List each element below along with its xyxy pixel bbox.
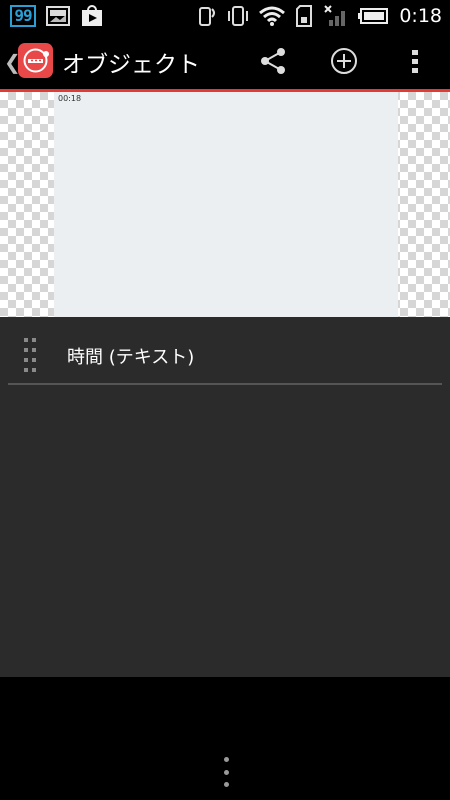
sd-card-icon xyxy=(296,5,313,27)
share-button[interactable] xyxy=(254,42,292,80)
action-bar: ❮ オブジェクト xyxy=(0,32,450,89)
phone-sync-icon xyxy=(199,7,216,26)
play-store-icon xyxy=(82,5,102,26)
drag-handle-icon[interactable] xyxy=(24,338,40,372)
add-button[interactable] xyxy=(325,42,363,80)
app-logo-icon[interactable] xyxy=(18,43,53,78)
canvas-frame[interactable]: 00:18 xyxy=(54,92,398,317)
app-logo-graphic xyxy=(23,48,49,73)
list-item-label: 時間 (テキスト) xyxy=(67,347,195,368)
battery-icon xyxy=(358,8,389,24)
news-icon xyxy=(46,6,70,26)
list-divider xyxy=(8,383,442,385)
vibrate-icon xyxy=(228,6,249,26)
wifi-icon xyxy=(259,6,286,26)
add-icon xyxy=(331,48,357,74)
preview-area[interactable]: 00:18 xyxy=(0,92,450,317)
status-bar-left: 99 xyxy=(10,4,104,28)
share-icon xyxy=(261,48,285,74)
status-bar-right: 0:18 xyxy=(199,4,442,28)
object-list: 時間 (テキスト) xyxy=(0,317,450,677)
overflow-menu-icon[interactable] xyxy=(216,757,236,787)
navigation-bar xyxy=(0,677,450,800)
page-title: オブジェクト xyxy=(62,52,200,78)
notification-count-badge: 99 xyxy=(10,5,36,27)
overflow-menu-icon xyxy=(412,50,418,73)
status-clock: 0:18 xyxy=(399,5,442,27)
overflow-menu-button[interactable] xyxy=(396,42,434,80)
list-item[interactable]: 時間 (テキスト) xyxy=(0,317,450,387)
canvas-time-label[interactable]: 00:18 xyxy=(58,94,81,103)
signal-off-icon xyxy=(324,5,346,26)
status-bar: 99 0:18 xyxy=(0,0,450,32)
